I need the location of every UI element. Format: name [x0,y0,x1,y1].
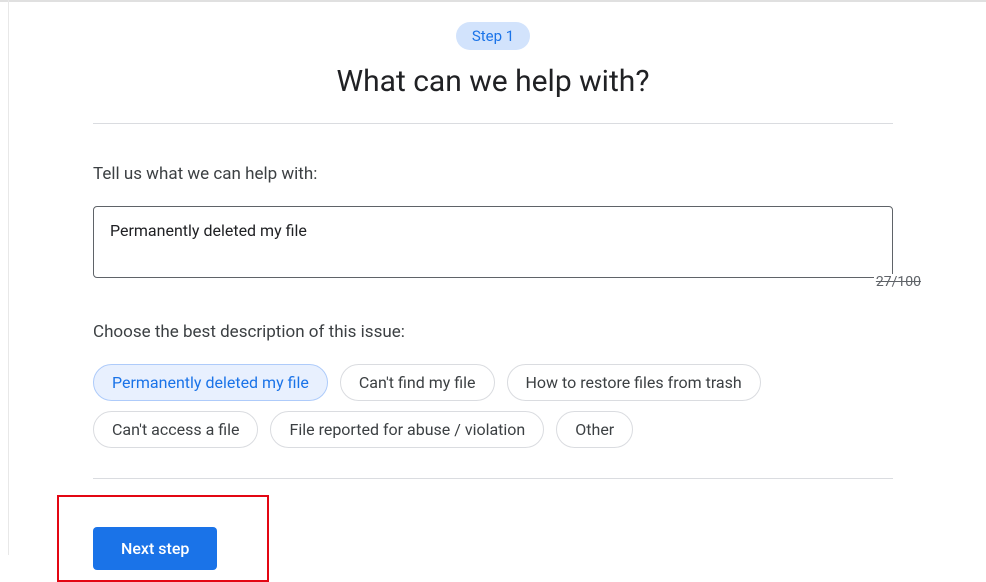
action-area: Next step [93,499,893,582]
page-title: What can we help with? [93,64,893,99]
divider-bottom [93,478,893,479]
form-container: Step 1 What can we help with? Tell us wh… [93,0,893,582]
chip-restore-from-trash[interactable]: How to restore files from trash [507,364,761,401]
choose-description-label: Choose the best description of this issu… [93,322,893,342]
char-counter: 27/100 [874,274,923,290]
chip-reported-abuse[interactable]: File reported for abuse / violation [270,411,544,448]
help-prompt-label: Tell us what we can help with: [93,164,893,184]
textarea-wrapper: 27/100 [93,206,893,282]
chip-other[interactable]: Other [556,411,633,448]
chip-cant-find[interactable]: Can't find my file [340,364,495,401]
chip-cant-access[interactable]: Can't access a file [93,411,258,448]
next-step-button[interactable]: Next step [93,527,217,570]
window-left-edge [8,0,9,555]
step-badge: Step 1 [456,22,530,50]
issue-chip-group: Permanently deleted my file Can't find m… [93,364,893,448]
chip-permanently-deleted[interactable]: Permanently deleted my file [93,364,328,401]
issue-textarea[interactable] [93,206,893,278]
divider-top [93,123,893,124]
window-top-edge [0,0,986,2]
